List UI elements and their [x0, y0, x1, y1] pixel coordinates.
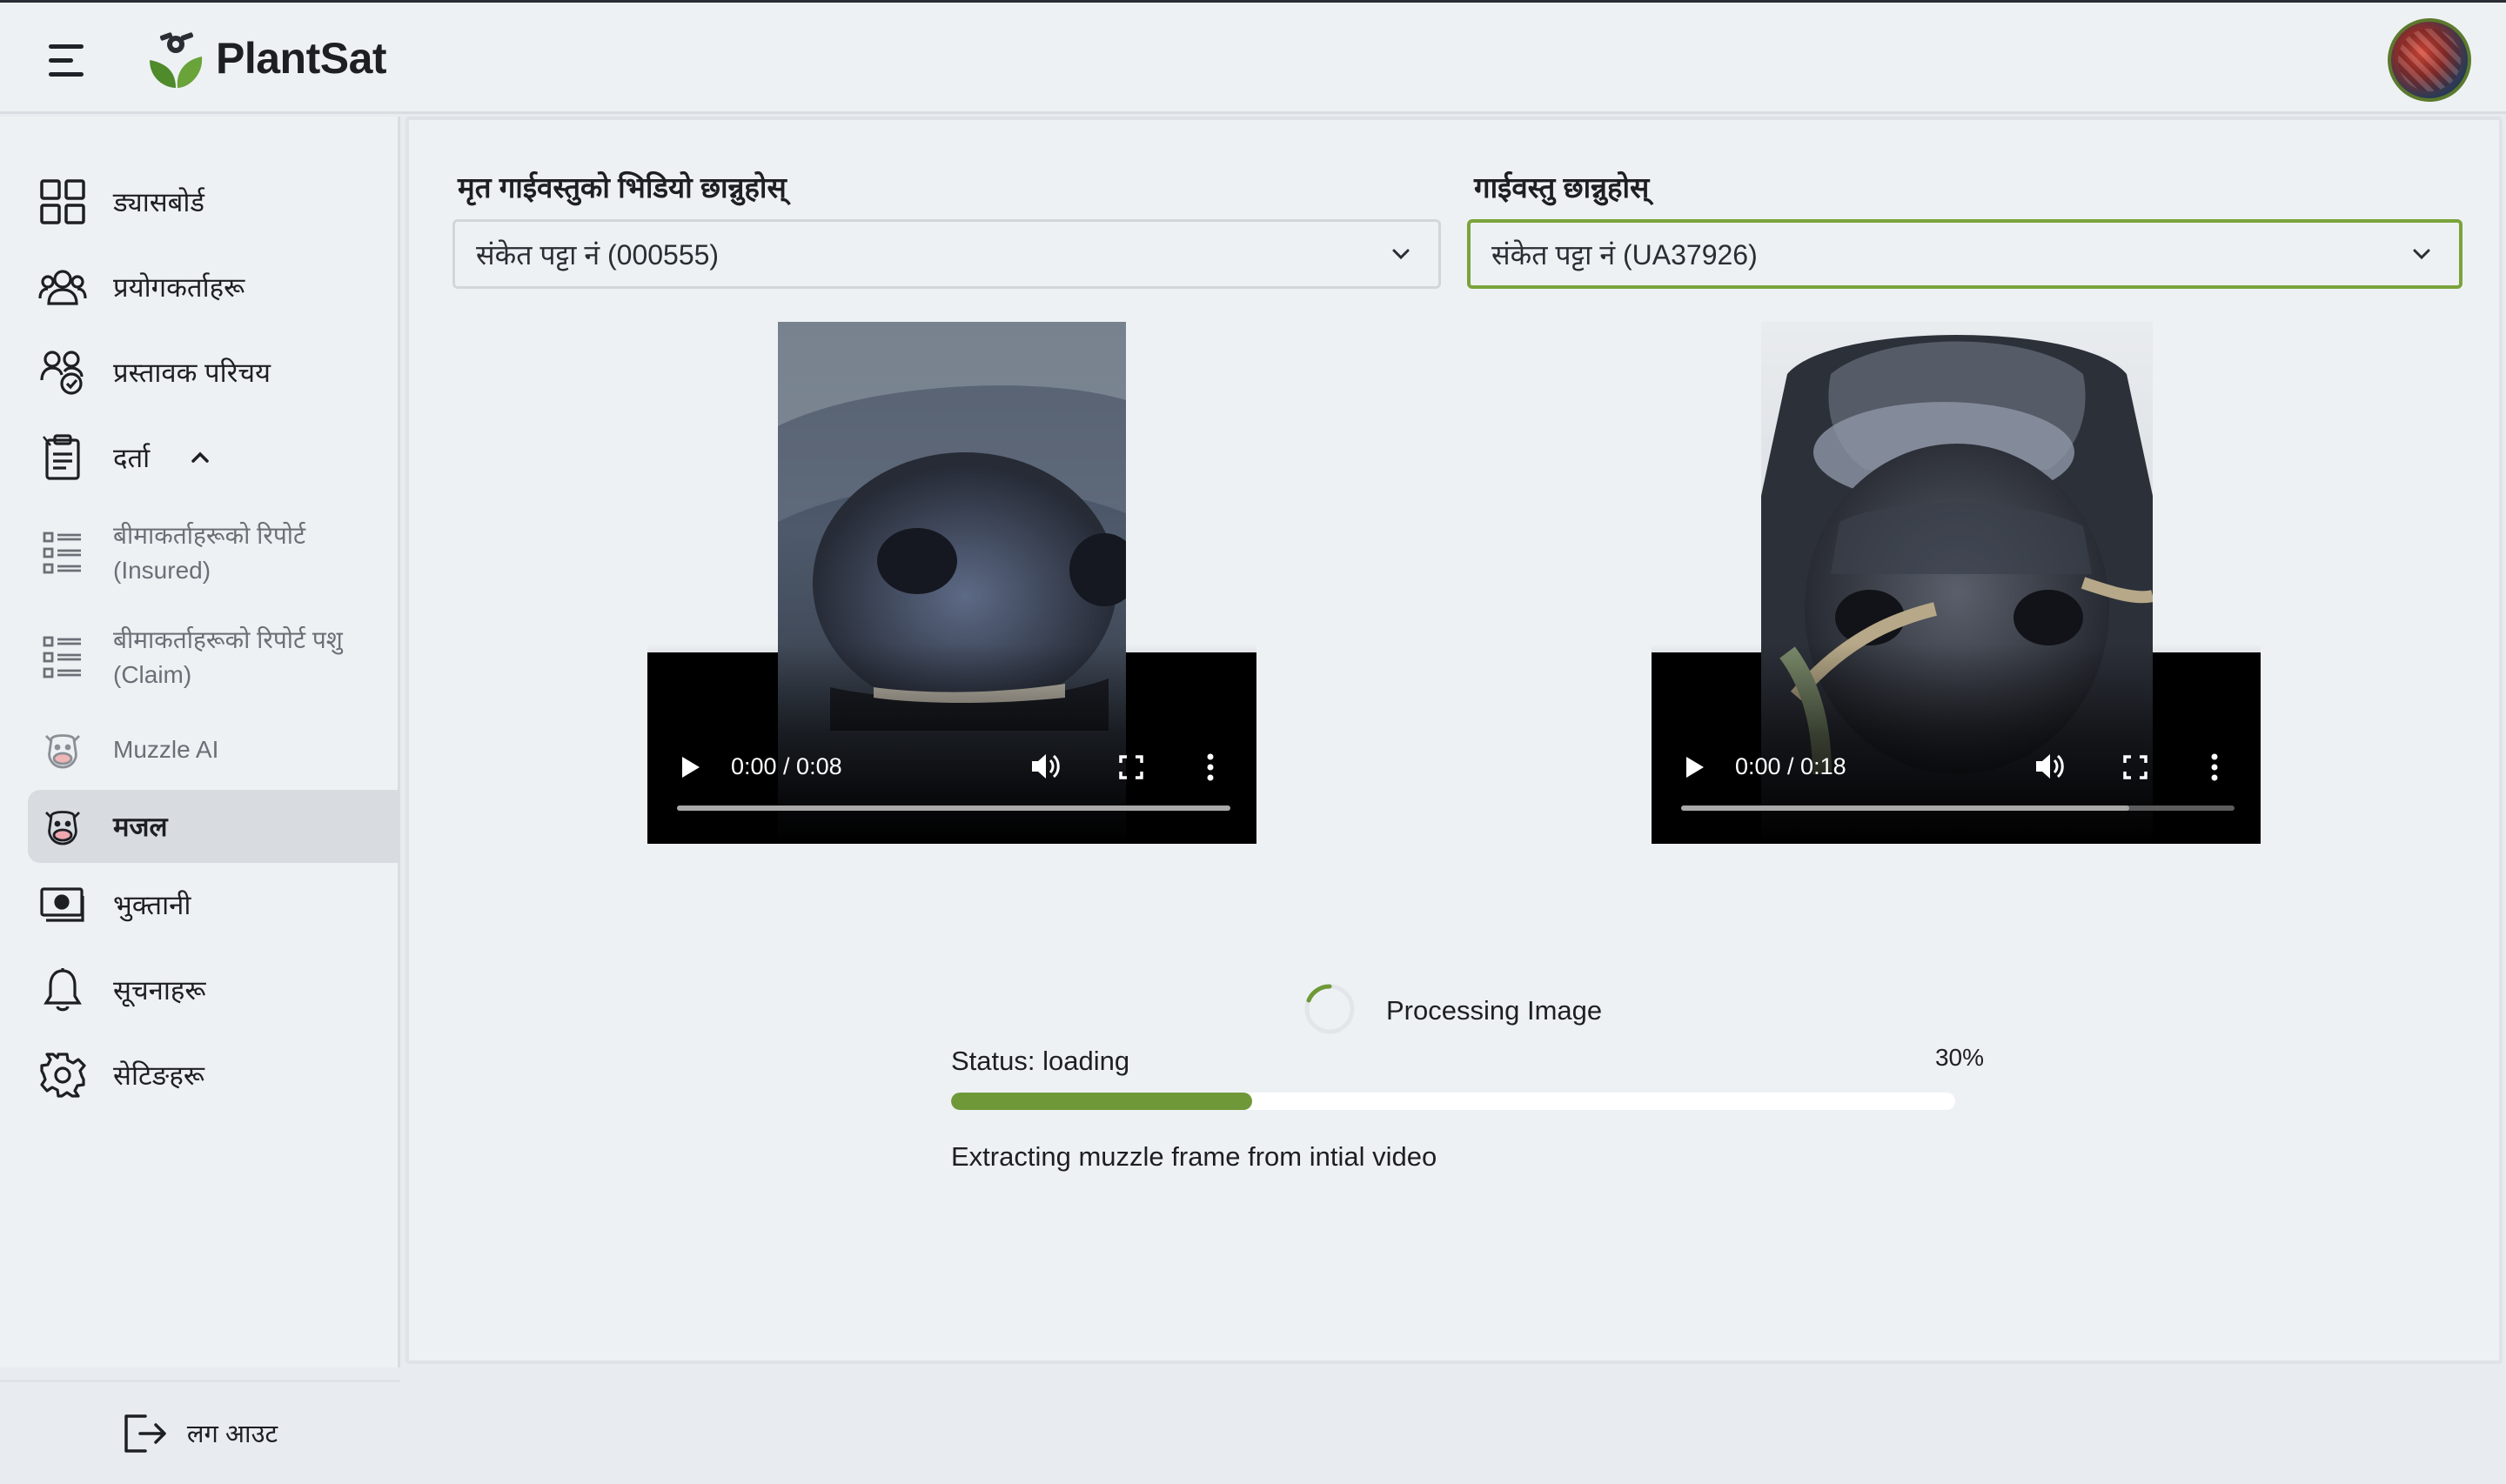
app-logo[interactable]: PlantSat: [143, 25, 387, 91]
video-controls: 0:00 / 0:18: [1652, 743, 2261, 792]
sidebar-item-label: प्रयोगकर्ताहरू: [113, 272, 245, 303]
sidebar-item-users[interactable]: प्रयोगकर्ताहरू: [28, 254, 400, 320]
logout-label: लग आउट: [186, 1420, 278, 1448]
sidebar-item-label: मजल: [113, 812, 168, 842]
sidebar: ड्यासबोर्ड प्रयोगकर्ताहरू प्रस्तावक परिच…: [0, 117, 400, 1453]
dead-cattle-video-player[interactable]: 0:00 / 0:08: [647, 322, 1256, 844]
sidebar-item-label: सूचनाहरू: [113, 975, 206, 1006]
video-buffered: [677, 806, 1230, 811]
sidebar-item-muzzle-ai[interactable]: Muzzle AI: [28, 717, 400, 783]
video-progress-bar[interactable]: [1681, 806, 2235, 811]
sidebar-item-label: प्रस्तावक परिचय: [113, 358, 271, 388]
gear-icon: [40, 1053, 86, 1098]
volume-icon[interactable]: [1030, 752, 1062, 781]
fullscreen-icon[interactable]: [2123, 755, 2148, 779]
processing-message: Extracting muzzle frame from intial vide…: [951, 1141, 1437, 1172]
loading-spinner-icon: [1304, 984, 1355, 1034]
play-icon[interactable]: [1685, 755, 1705, 779]
dead-video-select[interactable]: संकेत पट्टा नं (000555): [452, 219, 1441, 289]
logout-button[interactable]: लग आउट: [0, 1380, 400, 1484]
cow-face-icon: [45, 734, 80, 769]
cattle-label: गाईवस्तु छान्नुहोस्: [1474, 171, 1650, 204]
sidebar-item-label: बीमाकर्ताहरूको रिपोर्ट (Insured): [113, 522, 306, 584]
chevron-down-icon: [1392, 249, 1410, 260]
report-list-icon: [43, 636, 81, 678]
video-progress-bar[interactable]: [677, 806, 1230, 811]
user-avatar[interactable]: [2388, 18, 2471, 102]
bell-icon: [44, 968, 82, 1012]
video-time: 0:00 / 0:08: [731, 753, 842, 779]
more-options-icon[interactable]: [2210, 753, 2219, 781]
sidebar-item-settings[interactable]: सेटिङहरू: [28, 1042, 400, 1108]
video-buffered: [1681, 806, 2130, 811]
sidebar-item-claim-report[interactable]: बीमाकर्ताहरूको रिपोर्ट पशु (Claim): [28, 614, 400, 701]
top-bar: PlantSat: [0, 0, 2506, 114]
registration-clipboard-icon: [43, 434, 80, 480]
sidebar-item-label: Muzzle AI: [113, 736, 219, 763]
play-icon[interactable]: [680, 755, 701, 779]
report-list-icon: [43, 531, 81, 574]
sidebar-item-label: दर्ता: [113, 443, 151, 473]
dead-video-select-value: संकेत पट्टा नं (000555): [476, 238, 720, 271]
sidebar-item-payment[interactable]: भुक्तानी: [28, 872, 400, 938]
plantsat-logo-icon: [150, 32, 203, 88]
cattle-select-value: संकेत पट्टा नं (UA37926): [1491, 238, 1758, 271]
processing-title: Processing Image: [1386, 995, 1603, 1026]
video-controls: 0:00 / 0:08: [647, 743, 1256, 792]
fullscreen-icon[interactable]: [1119, 755, 1143, 779]
dashboard-grid-icon: [40, 179, 85, 224]
sidebar-item-registration[interactable]: दर्ता: [28, 424, 400, 491]
sidebar-item-muzzle[interactable]: मजल: [28, 790, 400, 863]
sidebar-item-label: ड्यासबोर्ड: [113, 187, 204, 217]
payment-cash-icon: [40, 887, 84, 922]
video-time: 0:00 / 0:18: [1735, 753, 1846, 779]
sidebar-item-label: बीमाकर्ताहरूको रिपोर्ट पशु (Claim): [113, 626, 343, 688]
progress-percent: 30%: [1934, 1044, 1984, 1071]
app-name: PlantSat: [216, 34, 387, 83]
cattle-video-player[interactable]: 0:00 / 0:18: [1652, 322, 2261, 844]
chevron-up-icon[interactable]: [188, 445, 212, 470]
cattle-select[interactable]: संकेत पट्टा नं (UA37926): [1467, 219, 2462, 289]
main-panel: मृत गाईवस्तुको भिडियो छान्नुहोस् संकेत प…: [405, 117, 2503, 1364]
cow-face-icon: [45, 811, 80, 846]
more-options-icon[interactable]: [1206, 753, 1215, 781]
sidebar-item-label: सेटिङहरू: [113, 1060, 204, 1091]
volume-icon[interactable]: [2034, 752, 2066, 781]
dead-video-label: मृत गाईवस्तुको भिडियो छान्नुहोस्: [458, 171, 787, 204]
sidebar-item-insured-report[interactable]: बीमाकर्ताहरूको रिपोर्ट (Insured): [28, 510, 400, 597]
sidebar-item-dashboard[interactable]: ड्यासबोर्ड: [28, 169, 400, 235]
hamburger-menu-icon[interactable]: [45, 41, 90, 79]
logout-icon: [124, 1414, 166, 1453]
proposer-group-icon: [40, 351, 84, 395]
users-icon: [38, 270, 87, 305]
status-text: Status: loading: [951, 1046, 1130, 1076]
sidebar-item-proposer[interactable]: प्रस्तावक परिचय: [28, 339, 400, 405]
sidebar-item-notifications[interactable]: सूचनाहरू: [28, 957, 400, 1023]
sidebar-item-label: भुक्तानी: [113, 890, 191, 920]
processing-progress-fill: [951, 1093, 1253, 1110]
processing-progress-bar: [951, 1093, 1955, 1110]
chevron-down-icon: [2413, 249, 2430, 260]
